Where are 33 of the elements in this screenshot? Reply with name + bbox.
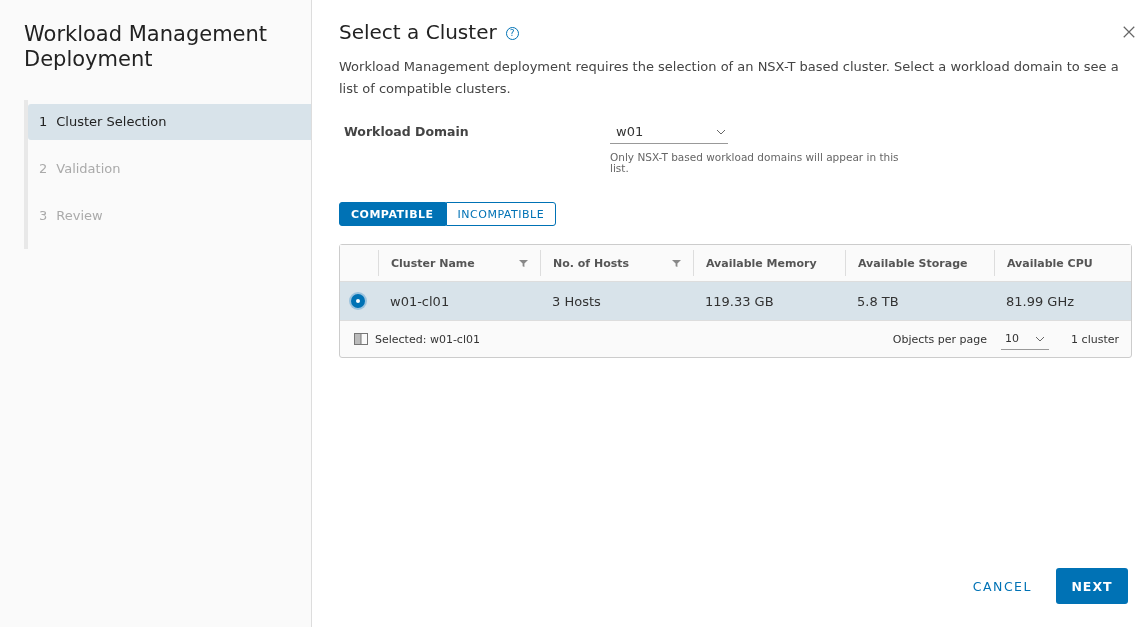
table-cell: 5.8 TB [857,293,899,309]
table-cell: 119.33 GB [705,293,774,309]
radio-button[interactable] [351,294,365,308]
table-cell: w01-cl01 [390,293,450,309]
wizard-title: Workload Management Deployment [24,22,269,72]
table-cell: 81.99 GHz [1006,293,1075,309]
table-cell: 3 Hosts [552,293,601,309]
filter-tab[interactable]: INCOMPATIBLE [445,202,557,226]
column-header[interactable]: Available CPU [1007,256,1093,270]
per-page-select[interactable]: 10 [1001,328,1050,350]
column-header[interactable]: No. of Hosts [553,256,630,270]
close-icon[interactable] [1122,25,1136,39]
column-header[interactable]: Available Memory [706,256,817,270]
table-row[interactable]: w01-cl01 3 Hosts 119.33 GB 5.8 TB 81.99 GHz [340,282,1131,321]
caret-icon [716,128,726,135]
step-item[interactable]: 1 Cluster Selection [28,104,311,140]
filter-tab[interactable]: COMPATIBLE [339,202,446,226]
filter-icon[interactable] [672,258,681,268]
per-page-label: Objects per page [892,332,988,346]
column-header[interactable]: Available Storage [858,256,968,270]
columns-icon[interactable] [354,333,368,345]
page-title: Select a Cluster [339,20,497,44]
cancel-button[interactable]: CANCEL [960,578,1044,594]
caret-icon [1035,335,1046,342]
description-text: Workload Management deployment requires the selection of an NSX-T based cluster. Select a workload domain to see a list of compatible clusters. [339,58,1120,98]
field-label: Workload Domain [344,123,470,141]
hint-text: Only NSX-T based workload domains will appear in this list. [610,152,900,174]
domain-select[interactable]: w01 [610,120,728,144]
next-button[interactable]: NEXT [1056,568,1128,604]
filter-icon[interactable] [519,258,528,268]
column-header[interactable]: Cluster Name [391,256,475,270]
count-text: 1 cluster [1071,332,1119,346]
selection-text: Selected: w01-cl01 [375,332,480,346]
